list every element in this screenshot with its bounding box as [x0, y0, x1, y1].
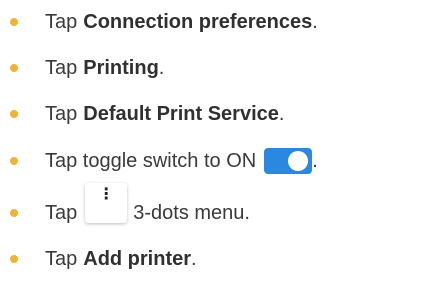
step-bold: Default Print Service [83, 102, 279, 125]
instruction-list: Tap Connection preferences . Tap Printin… [0, 0, 441, 284]
step-prefix: Tap [45, 56, 78, 79]
toggle-switch-on-icon [264, 148, 313, 174]
step-bold: Add printer [83, 247, 192, 270]
step-bold: Printing [83, 56, 159, 79]
bullet-icon [10, 18, 18, 26]
step-suffix: . [312, 149, 318, 172]
step-prefix: Tap [45, 247, 78, 270]
step-prefix: Tap toggle switch to ON [45, 149, 257, 172]
three-dots-menu-icon: ⋮ [85, 183, 128, 223]
bullet-icon [10, 157, 18, 165]
step-prefix: Tap [45, 102, 78, 125]
step-suffix: . [158, 56, 165, 79]
step-suffix: . [278, 102, 285, 125]
bullet-icon [10, 255, 18, 263]
bullet-icon [10, 209, 18, 217]
step-suffix: . [312, 10, 318, 33]
step-suffix: . [191, 247, 197, 270]
step-prefix: Tap [45, 10, 78, 33]
bullet-icon [10, 64, 18, 72]
step-bold: Connection preferences [83, 10, 313, 33]
bullet-icon [10, 110, 18, 118]
step-suffix: 3-dots menu. [133, 201, 250, 224]
step-prefix: Tap [45, 201, 78, 224]
